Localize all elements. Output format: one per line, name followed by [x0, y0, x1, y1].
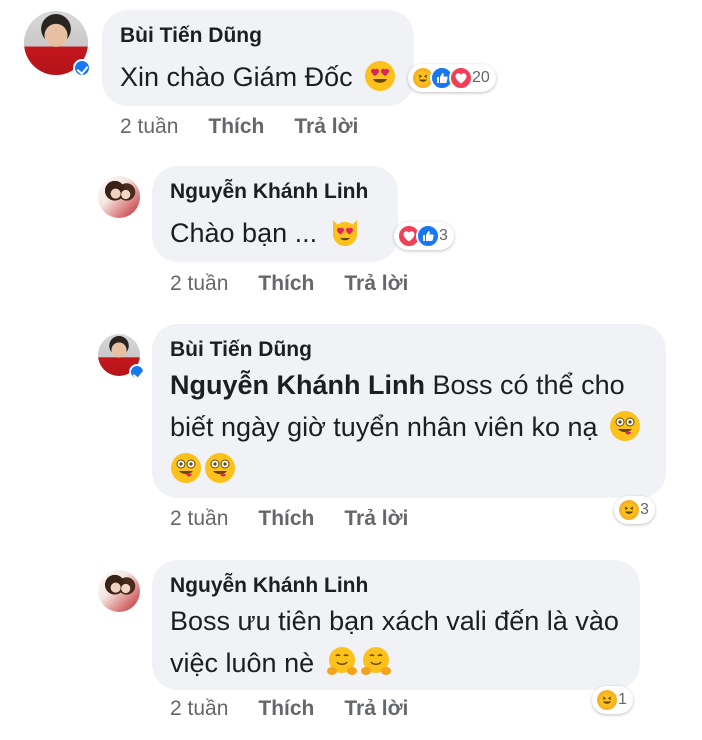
avatar[interactable]	[98, 176, 140, 218]
reply-button[interactable]: Trả lời	[344, 697, 408, 720]
reaction-count: 3	[439, 227, 448, 244]
heart-eyes-emoji	[364, 60, 396, 92]
comment-actions: 2 tuần Thích Trả lời	[120, 115, 388, 139]
reaction-count: 3	[640, 501, 649, 518]
haha-reaction-icon	[595, 688, 619, 712]
comment-actions: 2 tuần Thích Trả lời	[170, 507, 438, 531]
like-button[interactable]: Thích	[258, 507, 314, 530]
comment-actions: 2 tuần Thích Trả lời	[170, 272, 438, 296]
comment-time[interactable]: 2 tuần	[120, 115, 178, 138]
comment-time[interactable]: 2 tuần	[170, 272, 228, 295]
winking-tongue-emoji	[170, 452, 202, 484]
comment-bubble: Nguyễn Khánh Linh Boss ưu tiên bạn xách …	[152, 560, 640, 690]
reaction-summary[interactable]: 3	[394, 222, 454, 250]
reply-button[interactable]: Trả lời	[344, 272, 408, 295]
comment-text: Nguyễn Khánh Linh Boss có thể cho biết n…	[170, 364, 650, 490]
reaction-summary[interactable]: 1	[592, 686, 633, 714]
comment-bubble: Nguyễn Khánh Linh Chào bạn ...	[152, 166, 398, 262]
comment-bubble: Bùi Tiến Dũng Xin chào Giám Đốc	[102, 10, 414, 106]
like-button[interactable]: Thích	[258, 272, 314, 295]
comment-text-body: Chào bạn ...	[170, 218, 318, 248]
avatar[interactable]	[98, 570, 140, 612]
comment-time[interactable]: 2 tuần	[170, 507, 228, 530]
like-reaction-icon	[416, 224, 440, 248]
comment-time[interactable]: 2 tuần	[170, 697, 228, 720]
comment-actions: 2 tuần Thích Trả lời	[170, 697, 438, 721]
comment-text-body: Boss ưu tiên bạn xách vali đến là vào vi…	[170, 606, 619, 678]
reaction-count: 20	[472, 69, 490, 86]
mention-link[interactable]: Nguyễn Khánh Linh	[170, 370, 425, 400]
like-button[interactable]: Thích	[258, 697, 314, 720]
winking-tongue-emoji	[609, 410, 641, 442]
winking-tongue-emoji	[204, 452, 236, 484]
comment-bubble: Bùi Tiến Dũng Nguyễn Khánh Linh Boss có …	[152, 324, 666, 498]
verified-badge-icon	[73, 59, 91, 77]
reaction-summary[interactable]: 20	[408, 64, 496, 92]
hugging-emoji	[360, 646, 392, 678]
comment-text: Boss ưu tiên bạn xách vali đến là vào vi…	[170, 600, 630, 684]
love-reaction-icon	[449, 66, 473, 90]
comment-author[interactable]: Bùi Tiến Dũng	[120, 24, 262, 48]
comment-author[interactable]: Bùi Tiến Dũng	[170, 338, 312, 362]
reaction-summary[interactable]: 3	[614, 496, 655, 524]
hugging-emoji	[326, 646, 358, 678]
like-button[interactable]: Thích	[208, 115, 264, 138]
reaction-count: 1	[618, 691, 627, 708]
comment-author[interactable]: Nguyễn Khánh Linh	[170, 574, 368, 598]
haha-reaction-icon	[617, 498, 641, 522]
comment-text: Chào bạn ...	[170, 212, 361, 254]
comment-author[interactable]: Nguyễn Khánh Linh	[170, 180, 368, 204]
reply-button[interactable]: Trả lời	[344, 507, 408, 530]
avatar[interactable]	[24, 11, 91, 77]
verified-badge-icon	[129, 364, 145, 380]
heart-eyes-cat-emoji	[329, 216, 361, 248]
comment-thread: Bùi Tiến Dũng Xin chào Giám Đốc 20 2 tuầ…	[0, 0, 702, 740]
reply-button[interactable]: Trả lời	[294, 115, 358, 138]
avatar[interactable]	[98, 334, 145, 380]
comment-text: Xin chào Giám Đốc	[120, 56, 396, 98]
comment-text-body: Xin chào Giám Đốc	[120, 62, 353, 92]
